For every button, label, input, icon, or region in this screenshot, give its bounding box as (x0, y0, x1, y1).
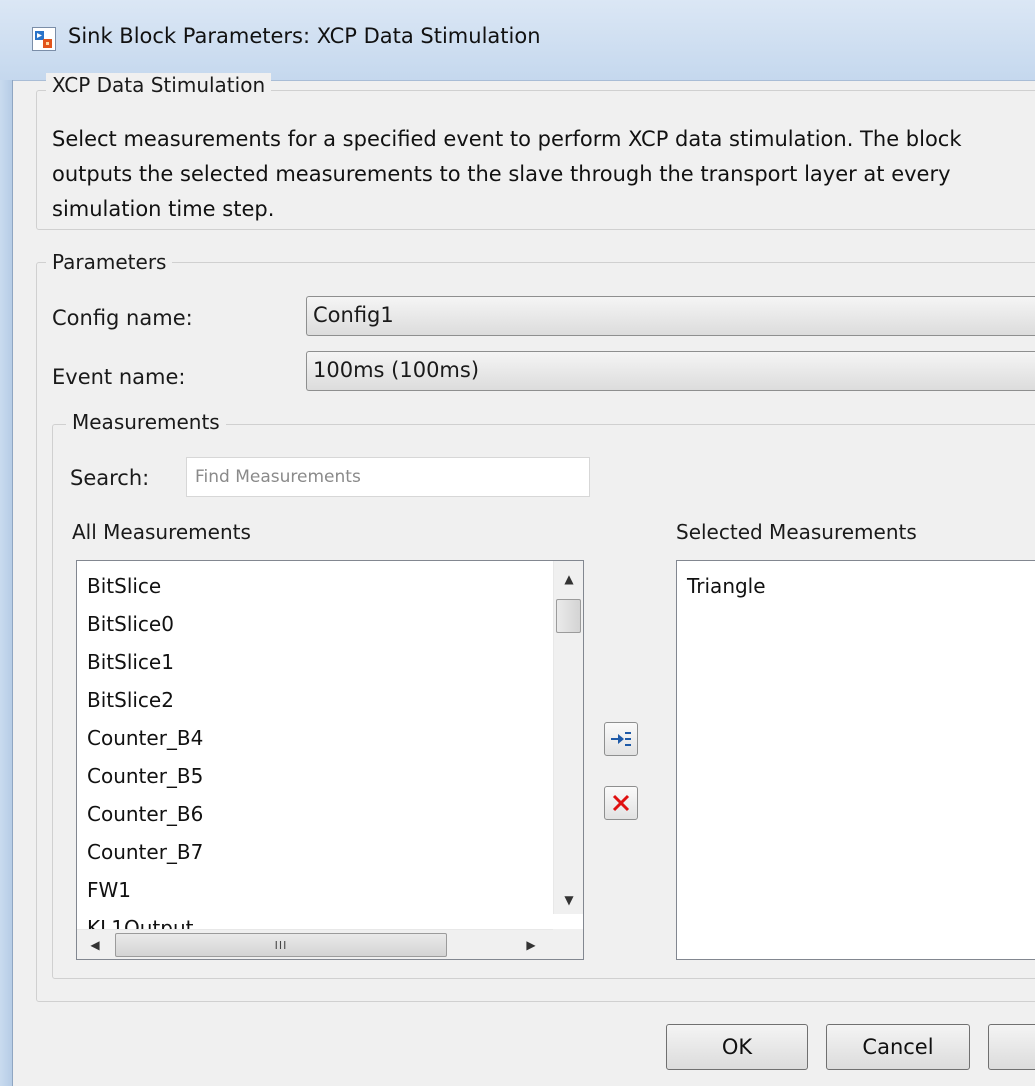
cancel-button-label: Cancel (862, 1035, 934, 1059)
event-name-label: Event name: (52, 365, 186, 389)
parameters-group-label: Parameters (46, 250, 173, 274)
scroll-left-icon[interactable]: ◀ (81, 931, 109, 959)
add-to-selection-icon (611, 732, 631, 746)
help-button[interactable] (988, 1024, 1035, 1070)
list-item[interactable]: BitSlice (77, 567, 203, 605)
vertical-scrollbar[interactable]: ▲ ▼ (553, 561, 583, 914)
event-name-dropdown[interactable]: 100ms (100ms) (306, 351, 1035, 391)
horizontal-scroll-thumb[interactable]: III (115, 933, 447, 957)
search-input[interactable] (186, 457, 590, 497)
list-item[interactable]: BitSlice1 (77, 643, 203, 681)
simulink-block-icon (32, 27, 56, 51)
selected-measurements-label: Selected Measurements (676, 520, 917, 544)
cancel-button[interactable]: Cancel (826, 1024, 970, 1070)
list-item[interactable]: Counter_B7 (77, 833, 203, 871)
list-item[interactable]: BitSlice2 (77, 681, 203, 719)
event-name-value: 100ms (100ms) (313, 358, 480, 382)
remove-measurement-button[interactable] (604, 786, 638, 820)
block-description: Select measurements for a specified even… (52, 127, 962, 221)
vertical-scroll-thumb[interactable] (556, 599, 581, 633)
ok-button[interactable]: OK (666, 1024, 808, 1070)
config-name-value: Config1 (313, 303, 394, 327)
scrollbar-corner (553, 929, 583, 959)
window-title: Sink Block Parameters: XCP Data Stimulat… (68, 24, 541, 48)
scroll-thumb-grip: III (274, 938, 288, 952)
scroll-down-icon[interactable]: ▼ (555, 886, 583, 914)
list-item[interactable]: Counter_B4 (77, 719, 203, 757)
scroll-right-icon[interactable]: ▶ (517, 931, 545, 959)
all-measurements-label: All Measurements (72, 520, 251, 544)
search-label: Search: (70, 466, 150, 490)
config-name-label: Config name: (52, 306, 193, 330)
title-bar[interactable]: Sink Block Parameters: XCP Data Stimulat… (0, 0, 1035, 81)
config-name-dropdown[interactable]: Config1 (306, 296, 1035, 336)
remove-red-x-icon (612, 794, 630, 812)
list-item[interactable]: Counter_B6 (77, 795, 203, 833)
add-measurement-button[interactable] (604, 722, 638, 756)
window-frame-left (0, 80, 13, 1086)
scroll-up-icon[interactable]: ▲ (555, 565, 583, 593)
horizontal-scrollbar[interactable]: ◀ III ▶ (77, 929, 553, 959)
list-item[interactable]: Counter_B5 (77, 757, 203, 795)
list-item[interactable]: BitSlice0 (77, 605, 203, 643)
list-item[interactable]: Triangle (677, 567, 766, 605)
measurements-group-label: Measurements (66, 410, 226, 434)
all-measurements-list[interactable]: BitSlice BitSlice0 BitSlice1 BitSlice2 Count… (76, 560, 584, 960)
description-group-label: XCP Data Stimulation (46, 73, 272, 97)
list-item[interactable]: FW1 (77, 871, 203, 909)
ok-button-label: OK (721, 1035, 753, 1059)
selected-measurements-list[interactable]: Triangle (676, 560, 1035, 960)
